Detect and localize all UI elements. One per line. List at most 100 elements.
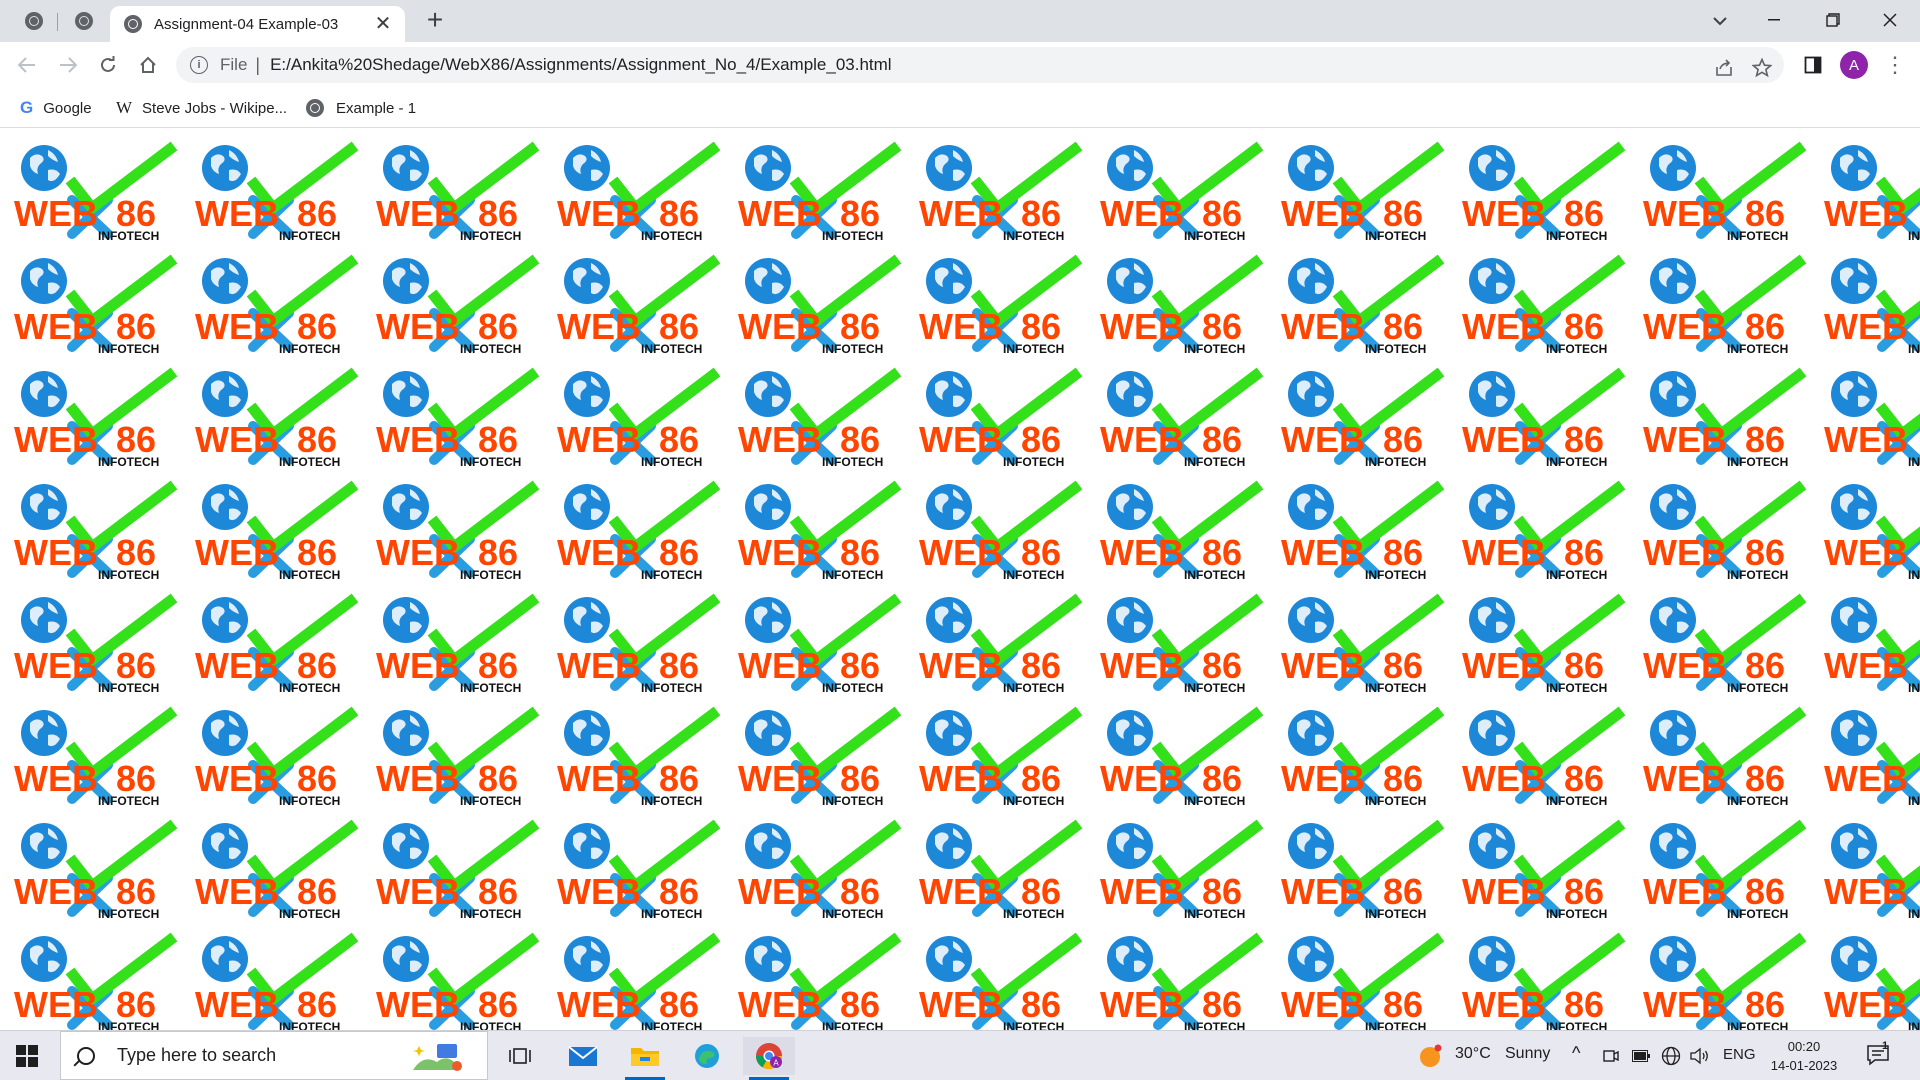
web86-logo-tile: WEB 86 INFOTECH [195,254,359,354]
side-panel-button[interactable] [1797,49,1829,81]
svg-text:INFOTECH: INFOTECH [641,907,702,919]
svg-text:86: 86 [1202,193,1242,234]
tab-close-icon[interactable]: ✕ [371,12,395,36]
svg-text:INFOTECH: INFOTECH [460,455,521,467]
web86-logo-tile: WEB 86 INFOTECH [195,706,359,806]
back-button[interactable] [11,49,43,81]
file-explorer-button[interactable] [619,1037,671,1080]
task-view-icon [509,1048,531,1064]
svg-text:INFOTECH: INFOTECH [1365,568,1426,580]
notification-count: 1 [1882,1040,1889,1052]
svg-text:INFOTECH: INFOTECH [1365,907,1426,919]
svg-text:WEB: WEB [195,871,279,912]
bookmark-google[interactable]: G Google [20,96,92,120]
pinned-tab-2[interactable] [66,6,102,36]
web86-logo-tile: WEB 86 INFOTECH [1462,367,1626,467]
show-hidden-icons-icon[interactable]: ^ [1572,1043,1580,1064]
address-bar[interactable]: i File | E:/Ankita%20Shedage/WebX86/Assi… [176,47,1784,83]
minimize-button[interactable] [1746,0,1802,40]
svg-text:86: 86 [1745,532,1785,573]
svg-text:WEB: WEB [376,645,460,686]
web86-logo-tile: WEB 86 INFOTECH [919,819,1083,919]
edge-browser-button[interactable] [681,1037,733,1075]
web86-logo-tile: WEB 86 INFOTECH [557,593,721,693]
bookmark-label: Example - 1 [336,99,417,117]
bookmark-star-button[interactable] [1746,52,1778,84]
taskbar-search-box[interactable]: Type here to search [60,1031,488,1080]
svg-text:WEB: WEB [1462,758,1546,799]
svg-text:INFOTECH: INFOTECH [98,1020,159,1030]
svg-text:86: 86 [116,871,156,912]
svg-text:INFOTECH: INFOTECH [279,794,340,806]
svg-text:86: 86 [1564,984,1604,1025]
svg-text:WEB: WEB [557,306,641,347]
svg-text:WEB: WEB [1100,758,1184,799]
svg-text:86: 86 [840,645,880,686]
task-view-button[interactable] [494,1037,546,1075]
bookmark-example-1[interactable]: Example - 1 [306,96,416,120]
weather-condition[interactable]: Sunny [1505,1045,1550,1063]
svg-text:86: 86 [840,532,880,573]
web86-logo-tile: WEB 86 INFOTECH [195,480,359,580]
svg-text:WEB: WEB [1100,984,1184,1025]
home-button[interactable] [132,49,164,81]
svg-text:86: 86 [1202,419,1242,460]
taskbar-clock[interactable]: 00:20 14-01-2023 [1768,1037,1840,1075]
chrome-button[interactable]: A [743,1037,795,1080]
web86-logo-tile: WEB 86 INFOTECH [195,367,359,467]
tab-active[interactable]: Assignment-04 Example-03 ✕ [110,6,405,42]
svg-text:INFOTECH: INFOTECH [98,568,159,580]
scheme-label: File [220,55,248,74]
web86-logo-tile: WEB 86 INFOTECH [1281,593,1445,693]
svg-text:INFOTECH: INFOTECH [1908,568,1920,580]
svg-text:INFOTECH: INFOTECH [1546,229,1607,241]
restore-button[interactable] [1805,0,1861,40]
svg-text:INFOTECH: INFOTECH [1003,342,1064,354]
mail-app-button[interactable] [557,1037,609,1075]
svg-text:WEB: WEB [1824,984,1908,1025]
svg-text:86: 86 [1021,193,1061,234]
url-text[interactable]: E:/Ankita%20Shedage/WebX86/Assignments/A… [270,55,892,75]
svg-text:86: 86 [1202,306,1242,347]
pinned-tab-1[interactable] [16,6,52,36]
svg-text:86: 86 [840,306,880,347]
svg-text:INFOTECH: INFOTECH [1546,568,1607,580]
bookmark-steve-jobs[interactable]: W Steve Jobs - Wikipe... [116,96,287,120]
svg-text:WEB: WEB [738,306,822,347]
star-icon [1752,58,1772,78]
language-indicator[interactable]: ENG [1723,1046,1756,1063]
svg-text:INFOTECH: INFOTECH [1908,794,1920,806]
wikipedia-icon: W [116,98,133,117]
web86-logo-tile: WEB 86 INFOTECH [1100,141,1264,241]
close-window-button[interactable] [1862,0,1918,40]
meet-now-icon[interactable] [1603,1048,1619,1064]
new-tab-button[interactable]: + [420,6,450,36]
info-icon[interactable]: i [190,56,208,74]
web86-logo-tile: WEB 86 INFOTECH [1462,593,1626,693]
profile-avatar[interactable]: A [1840,51,1868,79]
volume-icon[interactable] [1690,1047,1710,1065]
battery-icon[interactable] [1632,1050,1650,1062]
web86-logo-tile: WEB 86 INFOTECH [919,932,1083,1030]
google-icon: G [20,98,34,117]
weather-temperature[interactable]: 30°C [1455,1045,1491,1063]
web86-logo-tile: WEB 86 INFOTECH [919,593,1083,693]
svg-text:INFOTECH: INFOTECH [641,794,702,806]
svg-text:INFOTECH: INFOTECH [460,794,521,806]
web86-logo-tile: WEB 86 INFOTECH [738,932,902,1030]
chrome-menu-icon[interactable]: ⋮ [1880,49,1910,81]
web86-logo-tile: WEB 86 INFOTECH [919,141,1083,241]
web86-logo-tile: WEB 86 INFOTECH [376,254,540,354]
reload-button[interactable] [92,49,124,81]
bookmark-label: Steve Jobs - Wikipe... [142,99,288,117]
notification-center-button[interactable]: 1 [1866,1040,1906,1070]
share-button[interactable] [1708,52,1740,84]
web86-logo-tile: WEB 86 INFOTECH [919,367,1083,467]
forward-button[interactable] [52,49,84,81]
network-globe-icon[interactable] [1661,1046,1681,1066]
windows-start-icon[interactable] [16,1045,38,1067]
web86-logo-tile: WEB 86 INFOTECH [14,593,178,693]
web86-logo-tile: WEB 86 INFOTECH [1281,141,1445,241]
web86-logo-tile: WEB 86 INFOTECH [919,254,1083,354]
tab-search-button[interactable] [1700,4,1740,38]
